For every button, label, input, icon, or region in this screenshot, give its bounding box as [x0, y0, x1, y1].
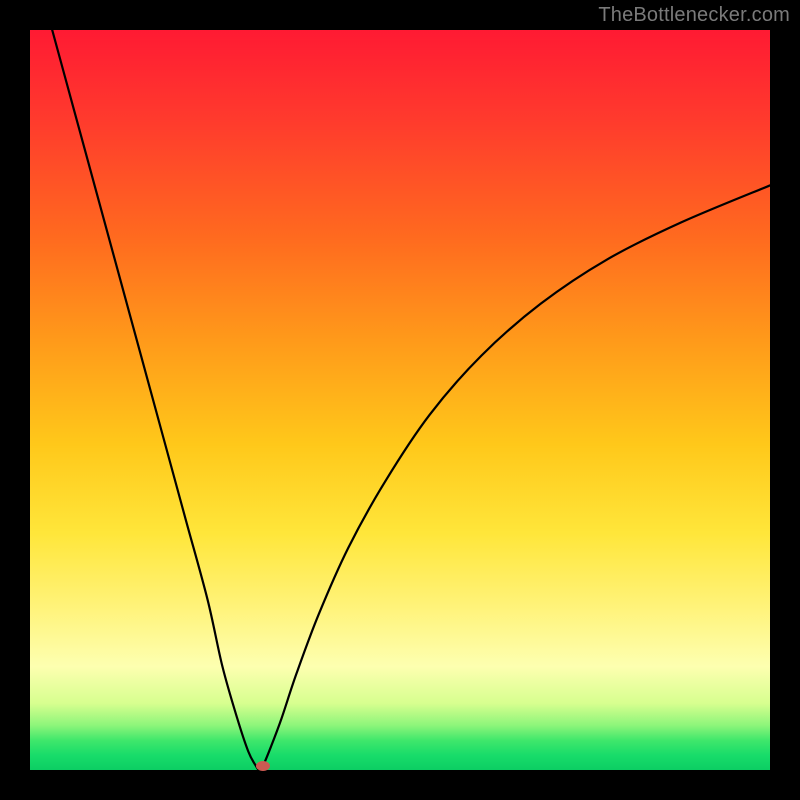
plot-area: [30, 30, 770, 770]
curve-line: [52, 30, 770, 770]
optimum-marker: [256, 761, 270, 771]
chart-container: TheBottlenecker.com: [0, 0, 800, 800]
attribution-text: TheBottlenecker.com: [598, 4, 790, 27]
bottleneck-curve: [30, 30, 770, 770]
